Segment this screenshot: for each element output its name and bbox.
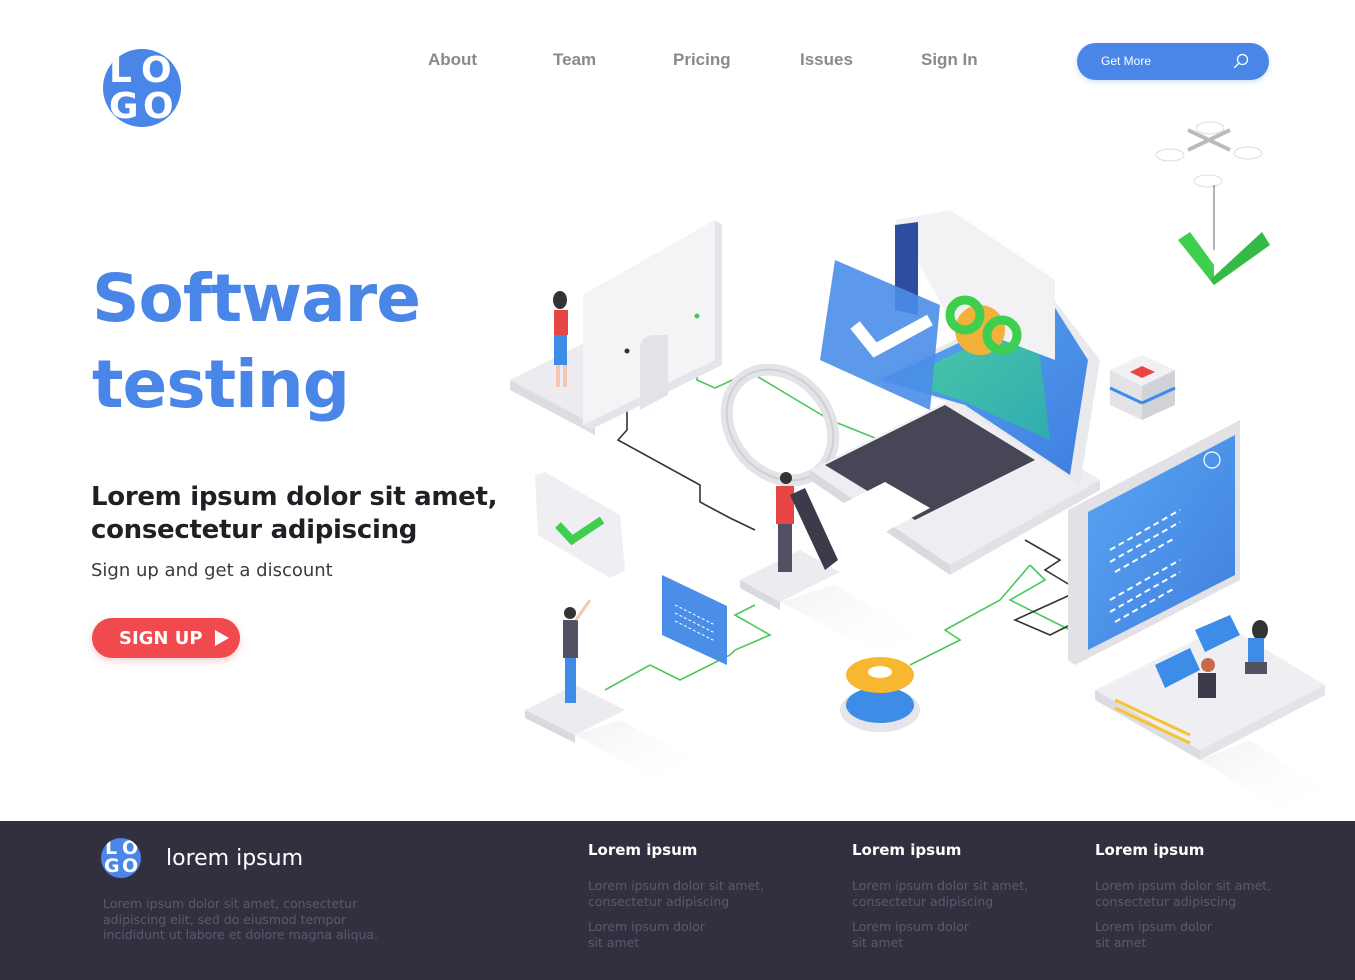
footer-link[interactable]: Lorem ipsum dolor sit amet, consectetur … (852, 878, 1032, 909)
search-label: Get More (1101, 54, 1152, 68)
footer-link[interactable]: Lorem ipsum dolor sit amet, consectetur … (588, 878, 768, 909)
footer-column-heading: Lorem ipsum (852, 841, 962, 859)
code-panel (662, 575, 727, 665)
title-line-2: testing (92, 346, 350, 423)
nav-team[interactable]: Team (553, 50, 596, 70)
nav-issues[interactable]: Issues (800, 50, 853, 70)
checkmark-window (820, 260, 940, 410)
landing-page: L O G O About Team Pricing Issues Sign I… (0, 0, 1355, 980)
person-man-pointing (525, 599, 625, 743)
footer-link[interactable]: Lorem ipsum dolor sit amet (1095, 919, 1225, 950)
footer-brand-name: lorem ipsum (166, 846, 304, 871)
subtitle-line-2: consectetur adipiscing (91, 515, 418, 545)
check-speech-bubble (535, 472, 625, 578)
footer-logo[interactable]: L O G O (101, 838, 141, 878)
footer-description: Lorem ipsum dolor sit amet, consectetur … (103, 896, 379, 942)
subtitle-line-1: Lorem ipsum dolor sit amet, (91, 482, 498, 512)
hero-tagline: Sign up and get a discount (91, 560, 333, 581)
green-checkmark-icon (1178, 232, 1270, 285)
play-icon (214, 630, 229, 646)
logo-letter: L (109, 50, 132, 91)
server-stack-icon (1109, 355, 1176, 420)
sign-up-button[interactable]: SIGN UP (92, 618, 240, 658)
nav-about[interactable]: About (428, 50, 477, 70)
hero-subtitle: Lorem ipsum dolor sit amet, consectetur … (91, 481, 497, 547)
footer-column: Lorem ipsum Lorem ipsum dolor sit amet, … (852, 841, 1072, 960)
logo-letter: O (143, 86, 174, 127)
desktop-monitor (583, 220, 722, 430)
logo-letter: G (104, 855, 120, 877)
drone-icon (1155, 121, 1263, 250)
footer-column: Lorem ipsum Lorem ipsum dolor sit amet, … (588, 841, 808, 960)
footer-link[interactable]: Lorem ipsum dolor sit amet, consectetur … (1095, 878, 1275, 909)
hero-section: L O G O About Team Pricing Issues Sign I… (0, 0, 1355, 821)
nav-pricing[interactable]: Pricing (673, 50, 731, 70)
logo-letter: G (109, 86, 139, 127)
footer-column-heading: Lorem ipsum (1095, 841, 1205, 859)
footer-link[interactable]: Lorem ipsum dolor sit amet (852, 919, 982, 950)
nav-sign-in[interactable]: Sign In (921, 50, 978, 70)
page-title: Software testing (92, 256, 421, 428)
get-more-search-button[interactable]: Get More (1077, 43, 1269, 80)
footer-column: Lorem ipsum Lorem ipsum dolor sit amet, … (1095, 841, 1315, 960)
footer-link[interactable]: Lorem ipsum dolor sit amet (588, 919, 718, 950)
logo-letter: O (141, 50, 172, 91)
logo[interactable]: L O G O (103, 49, 181, 127)
footer-column-heading: Lorem ipsum (588, 841, 698, 859)
search-icon (1233, 53, 1249, 69)
footer: L O G O lorem ipsum Lorem ipsum dolor si… (0, 821, 1355, 980)
gear-button-icon (840, 657, 920, 732)
logo-letter: O (122, 855, 139, 877)
title-line-1: Software (92, 260, 421, 337)
software-testing-illustration (510, 121, 1325, 810)
sign-up-label: SIGN UP (119, 627, 203, 649)
